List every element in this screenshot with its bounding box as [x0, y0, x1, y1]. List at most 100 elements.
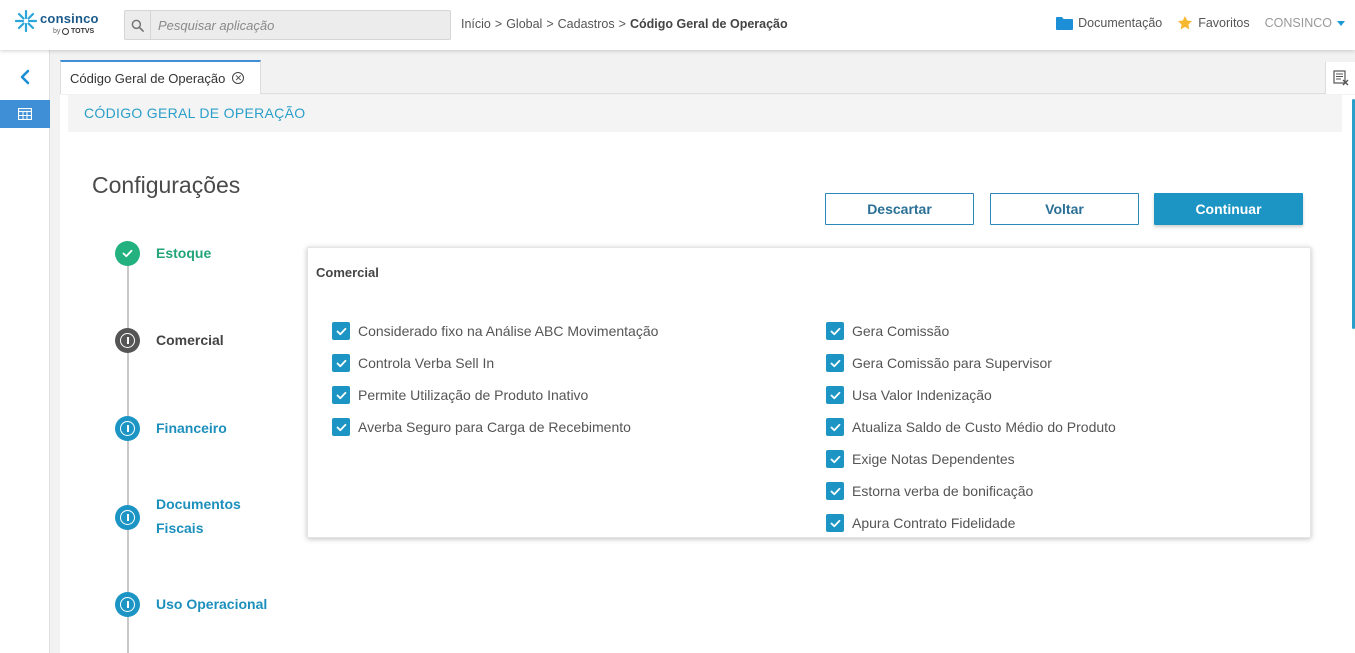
checkbox-checked-icon[interactable] [826, 418, 844, 436]
breadcrumb-item-inicio[interactable]: Início [461, 17, 491, 31]
checkbox-checked-icon[interactable] [826, 322, 844, 340]
breadcrumb-separator: > [494, 17, 503, 31]
checkbox-checked-icon[interactable] [332, 386, 350, 404]
step-comercial[interactable]: Comercial [115, 328, 224, 353]
checkbox-checked-icon[interactable] [826, 450, 844, 468]
search-input[interactable] [152, 11, 450, 39]
step-label: Documentos Fiscais [156, 492, 241, 540]
checkbox-permite-produto-inativo[interactable]: Permite Utilização de Produto Inativo [332, 379, 658, 411]
info-icon [115, 592, 140, 617]
tab-label: Código Geral de Operação [70, 70, 226, 86]
checkbox-label: Gera Comissão [852, 323, 950, 339]
info-icon [115, 416, 140, 441]
calendar-grid-icon [18, 108, 32, 120]
checkbox-checked-icon[interactable] [332, 322, 350, 340]
info-icon [115, 505, 140, 530]
checkbox-checked-icon[interactable] [826, 354, 844, 372]
checkbox-column-left: Considerado fixo na Análise ABC Moviment… [332, 315, 658, 443]
tab-bar: Código Geral de Operação ✕ [60, 60, 1355, 94]
page-header: CÓDIGO GERAL DE OPERAÇÃO [68, 95, 1342, 132]
search-button[interactable] [125, 11, 151, 39]
step-documentos-fiscais[interactable]: Documentos Fiscais [115, 492, 241, 540]
panel-title: Comercial [316, 265, 379, 280]
checkbox-atualiza-saldo-custo[interactable]: Atualiza Saldo de Custo Médio do Produto [826, 411, 1116, 443]
checkbox-label: Gera Comissão para Supervisor [852, 355, 1052, 371]
step-financeiro[interactable]: Financeiro [115, 416, 227, 441]
logo-text: consinco [40, 11, 99, 26]
favorites-link[interactable]: Favoritos [1177, 15, 1250, 31]
search-icon [131, 19, 144, 32]
checkbox-exige-notas-dependentes[interactable]: Exige Notas Dependentes [826, 443, 1116, 475]
step-estoque[interactable]: Estoque [115, 241, 211, 266]
close-all-tabs-button[interactable] [1325, 62, 1355, 94]
checkbox-gera-comissao-supervisor[interactable]: Gera Comissão para Supervisor [826, 347, 1116, 379]
star-icon [1178, 16, 1193, 30]
continue-button[interactable]: Continuar [1154, 193, 1303, 225]
checkbox-checked-icon[interactable] [332, 354, 350, 372]
breadcrumb: Início > Global > Cadastros > Código Ger… [461, 17, 788, 31]
breadcrumb-separator: > [546, 17, 554, 31]
checkbox-checked-icon[interactable] [826, 386, 844, 404]
documentation-label: Documentação [1078, 16, 1163, 30]
checkbox-label: Permite Utilização de Produto Inativo [358, 387, 589, 403]
rail-item-applications[interactable] [0, 100, 50, 128]
totvs-text: TOTVS [71, 28, 95, 35]
check-icon [115, 241, 140, 266]
checkbox-checked-icon[interactable] [826, 514, 844, 532]
logo-star-icon [14, 9, 38, 33]
checkbox-label: Controla Verba Sell In [358, 355, 495, 371]
main-content: CÓDIGO GERAL DE OPERAÇÃO Configurações D… [60, 95, 1355, 653]
checkbox-label: Apura Contrato Fidelidade [852, 515, 1016, 531]
totvs-ring-icon [62, 28, 69, 35]
checkbox-estorna-verba-bonificacao[interactable]: Estorna verba de bonificação [826, 475, 1116, 507]
checkbox-label: Averba Seguro para Carga de Recebimento [358, 419, 631, 435]
checkbox-label: Atualiza Saldo de Custo Médio do Produto [852, 419, 1116, 435]
section-title: Configurações [92, 172, 241, 198]
checkbox-gera-comissao[interactable]: Gera Comissão [826, 315, 1116, 347]
chevron-left-icon [20, 69, 30, 85]
comercial-panel: Comercial Considerado fixo na Análise AB… [307, 247, 1311, 538]
search-box [124, 10, 451, 40]
breadcrumb-item-cadastros[interactable]: Cadastros [558, 17, 615, 31]
step-label: Financeiro [156, 420, 227, 436]
logo-by: by [53, 28, 61, 35]
step-label-line1: Documentos [156, 496, 241, 512]
favorites-label: Favoritos [1198, 16, 1250, 30]
step-uso-operacional[interactable]: Uso Operacional [115, 592, 267, 617]
user-menu[interactable]: CONSINCO [1265, 16, 1345, 30]
logo-totvs: TOTVS [62, 28, 94, 35]
checkbox-label: Estorna verba de bonificação [852, 483, 1034, 499]
documentation-link[interactable]: Documentação [1056, 16, 1162, 30]
checkbox-column-right: Gera Comissão Gera Comissão para Supervi… [826, 315, 1116, 539]
breadcrumb-item-global[interactable]: Global [506, 17, 542, 31]
breadcrumb-separator: > [618, 17, 626, 31]
checkbox-label: Considerado fixo na Análise ABC Moviment… [358, 323, 659, 339]
consinco-logo[interactable]: consinco by TOTVS [14, 9, 104, 41]
folder-icon [1056, 17, 1074, 30]
step-label: Uso Operacional [156, 596, 268, 612]
step-label: Estoque [156, 245, 212, 261]
caret-down-icon [1337, 20, 1345, 26]
info-icon [115, 328, 140, 353]
checkbox-checked-icon[interactable] [332, 418, 350, 436]
tabs-list-icon [1332, 70, 1348, 86]
collapse-menu-button[interactable] [0, 62, 50, 92]
checkbox-considerado-fixo[interactable]: Considerado fixo na Análise ABC Moviment… [332, 315, 658, 347]
left-rail [0, 50, 50, 653]
close-tab-icon[interactable]: ✕ [232, 72, 245, 84]
back-button[interactable]: Voltar [990, 193, 1139, 225]
user-name: CONSINCO [1264, 16, 1332, 30]
checkbox-controla-verba[interactable]: Controla Verba Sell In [332, 347, 658, 379]
checkbox-usa-valor-indenizacao[interactable]: Usa Valor Indenização [826, 379, 1116, 411]
checkbox-label: Usa Valor Indenização [852, 387, 992, 403]
checkbox-checked-icon[interactable] [826, 482, 844, 500]
checkbox-averba-seguro[interactable]: Averba Seguro para Carga de Recebimento [332, 411, 658, 443]
page-title: CÓDIGO GERAL DE OPERAÇÃO [84, 105, 306, 121]
checkbox-apura-contrato-fidelidade[interactable]: Apura Contrato Fidelidade [826, 507, 1116, 539]
checkbox-label: Exige Notas Dependentes [852, 451, 1015, 467]
step-label-line2: Fiscais [156, 520, 204, 536]
step-label: Comercial [156, 332, 224, 348]
tab-codigo-geral-operacao[interactable]: Código Geral de Operação ✕ [60, 60, 261, 94]
discard-button[interactable]: Descartar [825, 193, 974, 225]
header-links: Documentação Favoritos CONSINCO [1041, 15, 1345, 31]
